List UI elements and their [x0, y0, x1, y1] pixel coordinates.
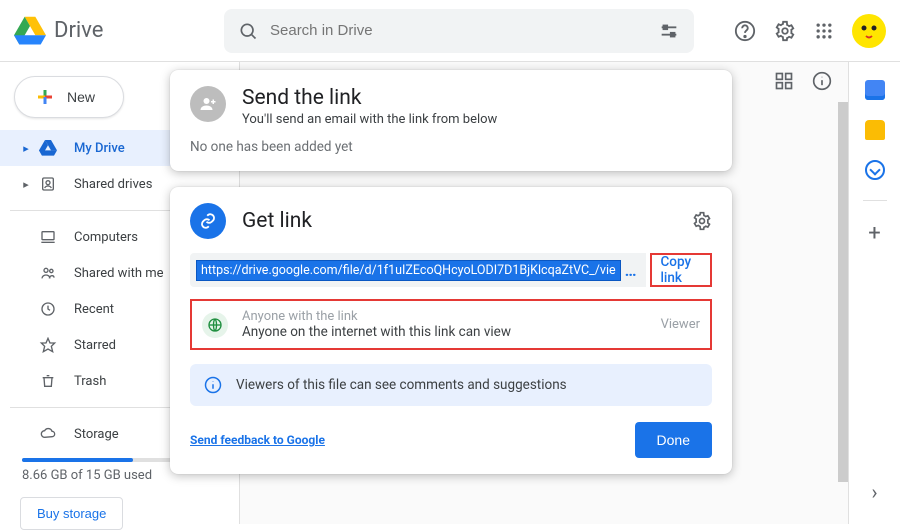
copy-link-button[interactable]: Copy link	[650, 253, 712, 287]
info-text: Viewers of this file can see comments an…	[236, 377, 567, 393]
url-truncation-icon: …	[621, 261, 641, 280]
globe-icon	[202, 312, 228, 338]
get-link-title: Get link	[242, 209, 676, 233]
get-link-card: Get link https://drive.google.com/file/d…	[170, 187, 732, 474]
scope-description: Anyone on the internet with this link ca…	[242, 324, 511, 340]
no-one-added-text: No one has been added yet	[190, 139, 712, 155]
scope-label: Anyone with the link	[242, 309, 511, 324]
send-feedback-link[interactable]: Send feedback to Google	[190, 433, 325, 447]
share-url-field[interactable]: https://drive.google.com/file/d/1f1uIZEc…	[190, 253, 646, 287]
info-banner: Viewers of this file can see comments an…	[190, 364, 712, 406]
send-link-card: Send the link You'll send an email with …	[170, 70, 732, 171]
done-button[interactable]: Done	[635, 422, 712, 458]
share-modal: Send the link You'll send an email with …	[0, 0, 900, 524]
share-url-text: https://drive.google.com/file/d/1f1uIZEc…	[196, 260, 621, 281]
link-settings-gear-icon[interactable]	[692, 211, 712, 231]
info-icon	[204, 376, 222, 394]
send-link-title: Send the link	[242, 86, 497, 110]
role-selector[interactable]: Viewer	[661, 317, 700, 332]
link-icon	[190, 203, 226, 239]
send-link-subtitle: You'll send an email with the link from …	[242, 112, 497, 127]
add-people-icon	[190, 86, 226, 122]
link-scope-row[interactable]: Anyone with the link Anyone on the inter…	[190, 299, 712, 350]
